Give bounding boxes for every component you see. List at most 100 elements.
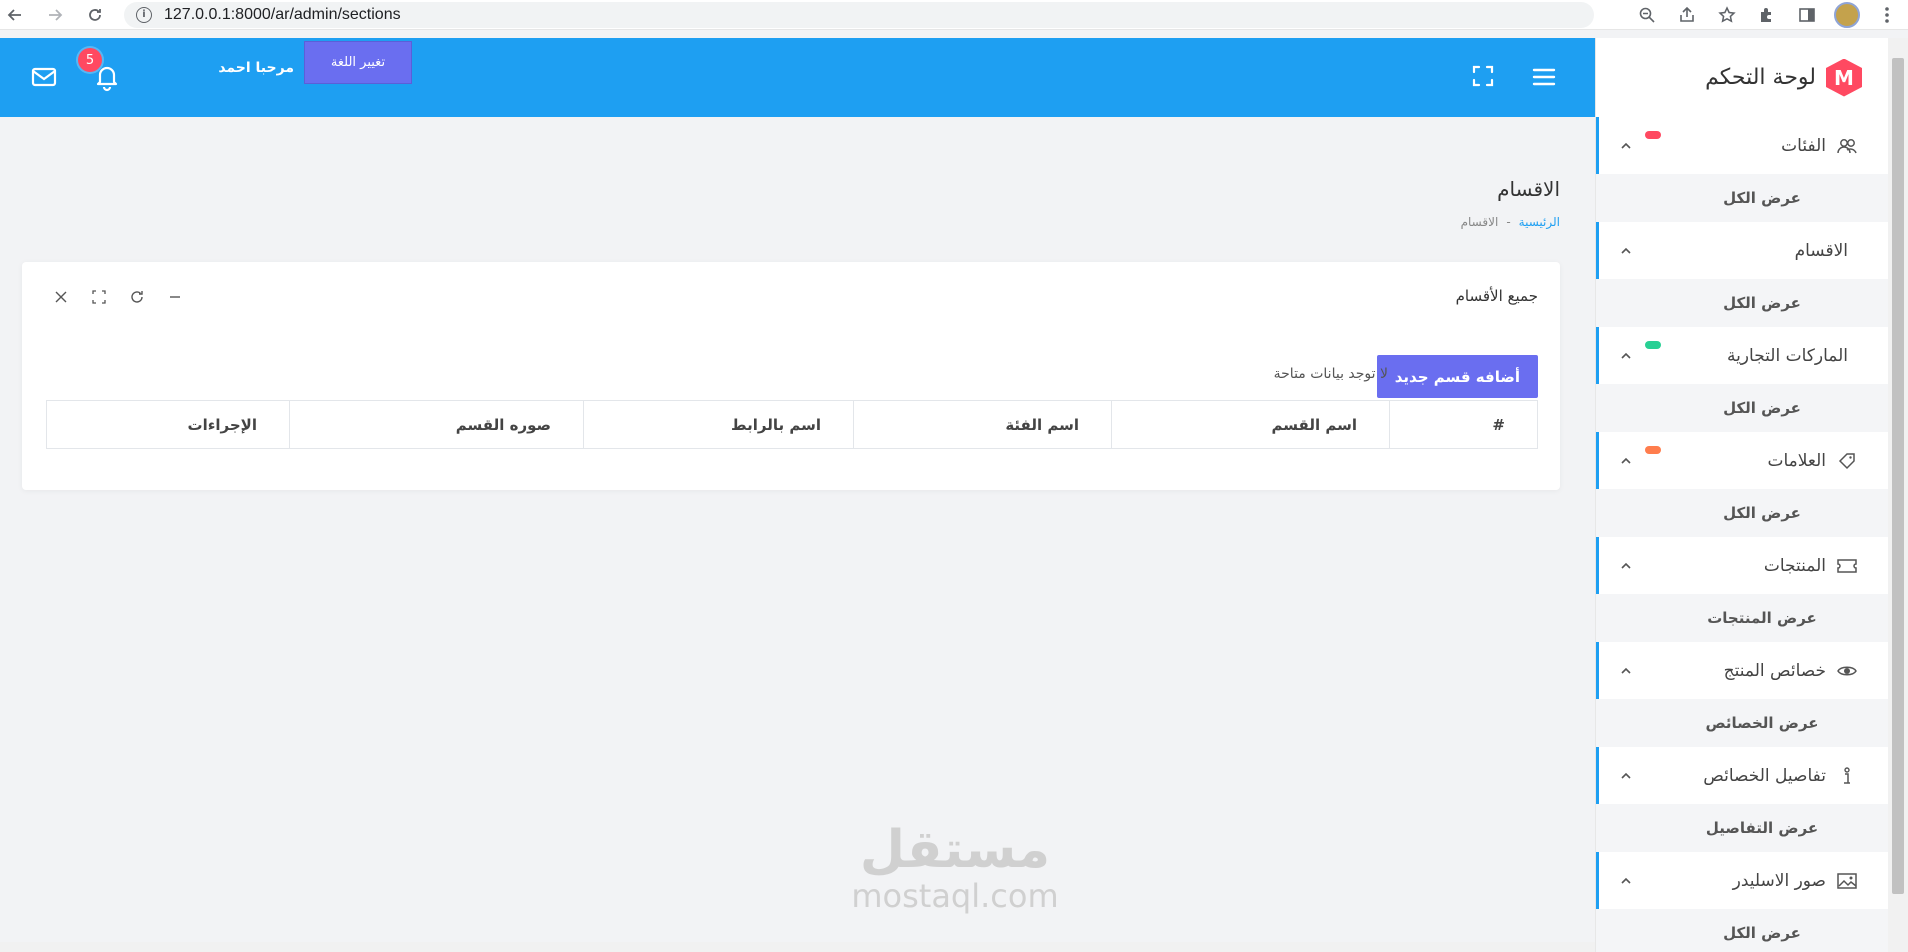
sections-card: جميع الأقسام أضافه قسم جديد لا توجد بيان… [22, 262, 1560, 490]
users-icon [1836, 135, 1858, 157]
expand-icon[interactable] [90, 288, 108, 306]
sidebar-item-label: تفاصيل الخصائص [1703, 765, 1826, 786]
chevron-up-icon [1621, 457, 1631, 464]
page-title: الاقسام [1497, 177, 1560, 201]
notification-count-badge: 5 [78, 48, 102, 72]
sidebar-group-tags: العلامات عرض الكل [1596, 432, 1888, 537]
sidebar-item-label: صور الاسليدر [1732, 870, 1826, 891]
info-icon [1836, 765, 1858, 787]
brand-logo: M [1826, 58, 1862, 97]
horizontal-scrollbar[interactable] [0, 942, 1595, 952]
top-navbar: تغيير اللغة مرحبا احمد 5 [0, 38, 1595, 117]
sidebar: لوحة التحكم M الفئات عرض الكل الاقسام عر… [1595, 38, 1888, 952]
chevron-up-icon [1621, 142, 1631, 149]
chevron-up-icon [1621, 667, 1631, 674]
sidebar-item-brands[interactable]: الماركات التجارية [1596, 327, 1888, 384]
site-info-icon[interactable]: i [136, 7, 152, 23]
chevron-up-icon [1621, 247, 1631, 254]
status-pill [1645, 131, 1661, 139]
watermark-latin: mostaql.com [851, 877, 1059, 915]
side-panel-icon[interactable] [1794, 2, 1820, 28]
sidebar-item-attributes[interactable]: خصائص المنتج [1596, 642, 1888, 699]
sidebar-item-attribute-details[interactable]: تفاصيل الخصائص [1596, 747, 1888, 804]
sidebar-subitem-view-details[interactable]: عرض التفاصيل [1596, 804, 1888, 852]
sidebar-subitem-view-attributes[interactable]: عرض الخصائص [1596, 699, 1888, 747]
column-header[interactable]: # [1389, 401, 1537, 448]
breadcrumb-home-link[interactable]: الرئيسية [1519, 215, 1560, 229]
close-icon[interactable] [52, 288, 70, 306]
status-pill [1645, 341, 1661, 349]
sidebar-group-brands: الماركات التجارية عرض الكل [1596, 327, 1888, 432]
chevron-up-icon [1621, 352, 1631, 359]
change-language-button[interactable]: تغيير اللغة [304, 41, 412, 84]
reload-icon[interactable] [128, 288, 146, 306]
sidebar-item-tags[interactable]: العلامات [1596, 432, 1888, 489]
sidebar-item-categories[interactable]: الفئات [1596, 117, 1888, 174]
scrollbar-thumb[interactable] [1892, 58, 1904, 894]
sidebar-group-products: المنتجات عرض المنتجات [1596, 537, 1888, 642]
url-text: 127.0.0.1:8000/ar/admin/sections [164, 6, 401, 23]
no-data-text: لا توجد بيانات متاحة [1273, 366, 1388, 382]
breadcrumb-separator: - [1506, 215, 1511, 229]
sections-table-header: # اسم القسم اسم الفئة اسم بالرابط صوره ا… [46, 400, 1538, 449]
sidebar-subitem-view-products[interactable]: عرض المنتجات [1596, 594, 1888, 642]
chevron-up-icon [1621, 772, 1631, 779]
welcome-text: مرحبا احمد [218, 60, 294, 76]
sidebar-item-label: خصائص المنتج [1723, 660, 1826, 681]
chevron-up-icon [1621, 562, 1631, 569]
sidebar-group-categories: الفئات عرض الكل [1596, 117, 1888, 222]
sidebar-subitem-view-all[interactable]: عرض الكل [1596, 384, 1888, 432]
browser-menu-icon[interactable] [1874, 2, 1900, 28]
card-title: جميع الأقسام [1455, 287, 1538, 305]
sidebar-group-sections: الاقسام عرض الكل [1596, 222, 1888, 327]
sidebar-group-slider-images: صور الاسليدر عرض الكل [1596, 852, 1888, 952]
column-header[interactable]: اسم القسم [1111, 401, 1389, 448]
back-icon[interactable] [0, 0, 30, 30]
eye-icon [1836, 660, 1858, 682]
fullscreen-icon[interactable] [1470, 63, 1496, 89]
add-section-button[interactable]: أضافه قسم جديد [1376, 355, 1538, 398]
sidebar-scrollbar[interactable] [1888, 38, 1908, 952]
sidebar-group-attribute-details: تفاصيل الخصائص عرض التفاصيل [1596, 747, 1888, 852]
breadcrumb-current: الاقسام [1460, 215, 1499, 229]
browser-toolbar: i 127.0.0.1:8000/ar/admin/sections [0, 0, 1908, 30]
image-icon [1836, 870, 1858, 892]
sidebar-item-label: الماركات التجارية [1726, 345, 1848, 366]
sidebar-subitem-view-all[interactable]: عرض الكل [1596, 489, 1888, 537]
column-header[interactable]: اسم بالرابط [583, 401, 853, 448]
status-pill [1645, 446, 1661, 454]
breadcrumb: الرئيسية-الاقسام [1400, 215, 1560, 229]
sidebar-item-slider-images[interactable]: صور الاسليدر [1596, 852, 1888, 909]
share-icon[interactable] [1674, 2, 1700, 28]
ticket-icon [1836, 555, 1858, 577]
minimize-icon[interactable] [166, 288, 184, 306]
address-bar[interactable]: i 127.0.0.1:8000/ar/admin/sections [124, 2, 1594, 28]
forward-icon[interactable] [40, 0, 70, 30]
brand-title: لوحة التحكم [1705, 65, 1816, 90]
sidebar-group-attributes: خصائص المنتج عرض الخصائص [1596, 642, 1888, 747]
tag-icon [1836, 450, 1858, 472]
sidebar-item-label: المنتجات [1763, 555, 1826, 576]
column-header[interactable]: صوره القسم [289, 401, 583, 448]
sidebar-item-products[interactable]: المنتجات [1596, 537, 1888, 594]
brand[interactable]: لوحة التحكم M [1596, 38, 1888, 117]
bookmark-star-icon[interactable] [1714, 2, 1740, 28]
sidebar-item-label: الاقسام [1794, 240, 1848, 261]
sidebar-subitem-view-all[interactable]: عرض الكل [1596, 909, 1888, 952]
sidebar-subitem-view-all[interactable]: عرض الكل [1596, 174, 1888, 222]
column-header[interactable]: اسم الفئة [853, 401, 1111, 448]
watermark-arabic: مستقل [859, 820, 1051, 880]
column-header[interactable]: الإجراءات [47, 401, 289, 448]
extensions-icon[interactable] [1754, 2, 1780, 28]
watermark: مستقل mostaql.com [835, 820, 1075, 912]
reload-icon[interactable] [80, 0, 110, 30]
sidebar-subitem-view-all[interactable]: عرض الكل [1596, 279, 1888, 327]
menu-toggle-icon[interactable] [1530, 64, 1558, 90]
sidebar-item-label: الفئات [1781, 135, 1826, 156]
mail-icon[interactable] [30, 64, 58, 90]
profile-avatar[interactable] [1834, 2, 1860, 28]
card-tools [52, 288, 184, 306]
chevron-up-icon [1621, 877, 1631, 884]
sidebar-item-sections[interactable]: الاقسام [1596, 222, 1888, 279]
zoom-icon[interactable] [1634, 2, 1660, 28]
